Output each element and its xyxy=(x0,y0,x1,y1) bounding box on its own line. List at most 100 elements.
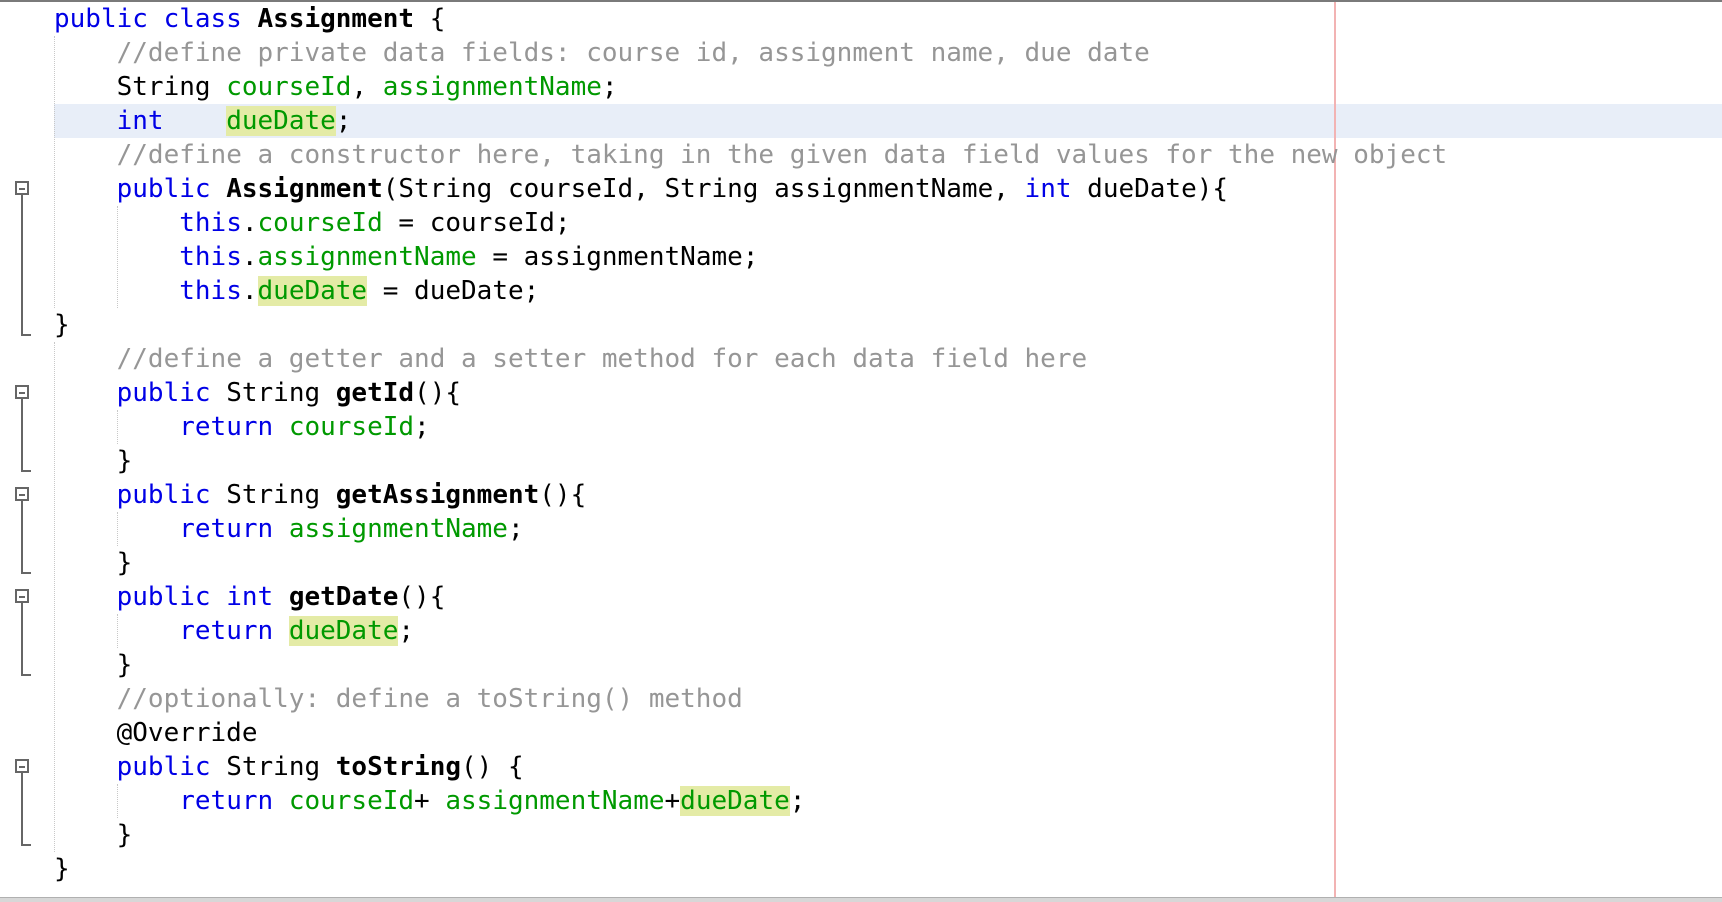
code-line[interactable]: return dueDate; xyxy=(54,614,1447,648)
code-editor[interactable]: public class Assignment { //define priva… xyxy=(0,0,1722,902)
fold-collapse-icon[interactable] xyxy=(15,385,29,399)
identifier-token: getDate xyxy=(288,582,399,612)
code-token: (){ xyxy=(539,480,587,510)
code-token: . xyxy=(241,276,258,306)
fold-collapse-icon[interactable] xyxy=(15,759,29,773)
code-line[interactable]: return courseId+ assignmentName+dueDate; xyxy=(54,784,1447,818)
keyword-token: int xyxy=(226,582,274,612)
field-token: courseId xyxy=(226,72,352,102)
keyword-token: this xyxy=(179,208,242,238)
keyword-token: return xyxy=(179,412,274,442)
identifier-token: getId xyxy=(335,378,415,408)
code-token: } xyxy=(54,310,70,340)
comment-token: //optionally: define a toString() method xyxy=(116,684,743,714)
fold-collapse-icon[interactable] xyxy=(15,487,29,501)
code-line[interactable]: } xyxy=(54,818,1447,852)
field-token: courseId xyxy=(288,786,415,816)
code-line[interactable]: this.assignmentName = assignmentName; xyxy=(54,240,1447,274)
code-token: ; xyxy=(601,72,618,102)
code-line[interactable]: public String getAssignment(){ xyxy=(54,478,1447,512)
code-token: ; xyxy=(507,514,524,544)
keyword-token: public class xyxy=(54,4,258,34)
code-token: (String courseId, String assignmentName, xyxy=(382,174,1025,204)
code-line[interactable]: this.courseId = courseId; xyxy=(54,206,1447,240)
code-line[interactable]: public Assignment(String courseId, Strin… xyxy=(54,172,1447,206)
code-line[interactable]: return courseId; xyxy=(54,410,1447,444)
code-line[interactable]: //define a constructor here, taking in t… xyxy=(54,138,1448,172)
keyword-token: int xyxy=(1024,174,1072,204)
field-token: assignmentName xyxy=(257,242,477,272)
code-token: ; xyxy=(335,106,352,136)
code-line[interactable]: int dueDate; xyxy=(54,104,1447,138)
code-token: = assignmentName; xyxy=(476,242,759,272)
code-line[interactable]: public int getDate(){ xyxy=(54,580,1447,614)
field-token: assignmentName xyxy=(288,514,508,544)
code-token: String xyxy=(210,480,336,510)
code-line[interactable]: public class Assignment { xyxy=(54,2,1447,36)
code-line[interactable]: //optionally: define a toString() method xyxy=(54,682,1447,716)
code-line[interactable]: this.dueDate = dueDate; xyxy=(54,274,1447,308)
fold-collapse-icon[interactable] xyxy=(15,181,29,195)
code-token: = dueDate; xyxy=(367,276,540,306)
code-line[interactable]: } xyxy=(54,308,1447,342)
code-line[interactable]: public String toString() { xyxy=(54,750,1447,784)
code-line[interactable]: } xyxy=(54,546,1447,580)
code-token: ; xyxy=(789,786,806,816)
keyword-token: return xyxy=(179,616,274,646)
code-token: @Override xyxy=(54,718,258,748)
identifier-token: getAssignment xyxy=(335,480,540,510)
code-line[interactable]: } xyxy=(54,852,1447,886)
code-line[interactable]: String courseId, assignmentName; xyxy=(54,70,1447,104)
code-token: } xyxy=(54,446,133,476)
code-line[interactable]: //define a getter and a setter method fo… xyxy=(54,342,1447,376)
keyword-token: this xyxy=(179,276,242,306)
code-token: String xyxy=(210,378,336,408)
code-text-area[interactable]: public class Assignment { //define priva… xyxy=(54,2,1447,886)
fold-range-end xyxy=(21,674,31,676)
field-token: courseId xyxy=(288,412,415,442)
code-line[interactable]: @Override xyxy=(54,716,1447,750)
fold-range-end xyxy=(21,572,31,574)
code-token: . xyxy=(241,242,258,272)
code-line[interactable]: } xyxy=(54,648,1447,682)
keyword-token: public xyxy=(116,174,211,204)
code-token: + xyxy=(414,786,446,816)
code-line[interactable]: //define private data fields: course id,… xyxy=(54,36,1447,70)
field-token: dueDate xyxy=(226,106,336,136)
keyword-token: public xyxy=(116,752,211,782)
fold-range-line xyxy=(21,501,23,572)
identifier-token: toString xyxy=(335,752,462,782)
field-token: assignmentName xyxy=(382,72,602,102)
keyword-token: return xyxy=(179,514,274,544)
field-token: dueDate xyxy=(257,276,368,306)
fold-range-end xyxy=(21,470,31,472)
code-token: } xyxy=(54,548,133,578)
code-token: } xyxy=(54,650,133,680)
code-line[interactable]: public String getId(){ xyxy=(54,376,1447,410)
code-token: } xyxy=(54,854,70,884)
code-line[interactable]: return assignmentName; xyxy=(54,512,1447,546)
code-token: . xyxy=(241,208,258,238)
fold-collapse-icon[interactable] xyxy=(15,589,29,603)
code-token: String xyxy=(210,752,336,782)
code-token: ; xyxy=(398,616,415,646)
code-token: dueDate){ xyxy=(1071,174,1229,204)
code-line[interactable]: } xyxy=(54,444,1447,478)
editor-bottom-border xyxy=(0,897,1722,902)
